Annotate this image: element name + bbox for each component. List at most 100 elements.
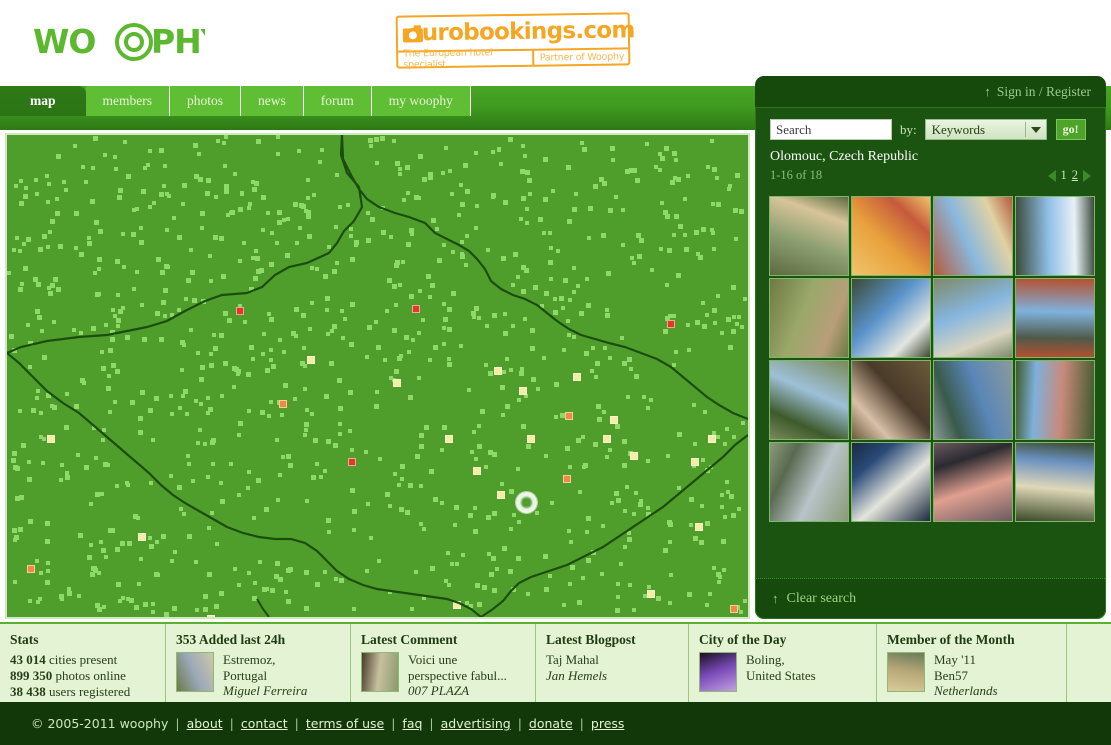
photo-thumbnail[interactable]: [850, 359, 932, 441]
thumbnail-image-street-with-vintage-train: [769, 196, 849, 276]
ad-tagline-left: The European hotel specialist: [403, 47, 493, 71]
stats-content: May '11 Ben57 Netherlands: [887, 652, 1056, 699]
svg-text:WO: WO: [33, 22, 95, 61]
photo-thumbnail[interactable]: [932, 359, 1014, 441]
thumbnail-image-stone-tower-in-park: [769, 278, 849, 358]
thumbnail-image-historic-facade-with-statue: [851, 278, 931, 358]
stats-line1: May '11: [934, 652, 976, 667]
tab-label: news: [258, 93, 286, 108]
photo-thumbnail[interactable]: [932, 195, 1014, 277]
tab-members[interactable]: members: [85, 86, 171, 116]
woophy-logo[interactable]: WO PHY: [33, 20, 205, 64]
stats-cell-title: Member of the Month: [887, 632, 1015, 647]
stats-line1: Estremoz,: [223, 652, 276, 667]
footer-link-contact[interactable]: contact: [241, 716, 288, 731]
search-by-select[interactable]: Keywords: [924, 119, 1047, 140]
stats-content: Boling, United States: [699, 652, 866, 692]
copyright-text: © 2005-2011 woophy: [31, 716, 169, 731]
thumbnail-gradient: [934, 443, 1012, 521]
thumbnail-gradient: [852, 279, 930, 357]
footer-separator: |: [175, 716, 180, 731]
photo-thumbnail[interactable]: [1014, 195, 1096, 277]
stats-line3: Jan Hemels: [546, 667, 608, 683]
ad-brand-name: eurobookings.com: [406, 17, 635, 47]
photo-thumbnail[interactable]: [1014, 359, 1096, 441]
thumbnail-image-group-portrait-of-people: [851, 360, 931, 440]
photo-thumbnail[interactable]: [768, 441, 850, 523]
stats-line2: United States: [746, 667, 816, 683]
search-input[interactable]: [770, 119, 892, 140]
photo-thumbnail[interactable]: [850, 441, 932, 523]
footer-link-press[interactable]: press: [591, 716, 625, 731]
footer-separator: |: [429, 716, 434, 731]
up-arrow-icon: ↑: [772, 590, 779, 606]
stats-cell-stats: Stats 43 014 cities present 899 350 photos…: [0, 624, 166, 702]
thumbnail-gradient: [1016, 279, 1094, 357]
stats-thumbnail-member-avatar-photo[interactable]: [887, 652, 925, 692]
thumbnail-gradient: [770, 279, 848, 357]
tab-label: map: [30, 93, 56, 108]
prev-page-arrow-icon[interactable]: [1047, 169, 1056, 182]
photo-thumbnail[interactable]: [768, 195, 850, 277]
photo-thumbnail[interactable]: [932, 441, 1014, 523]
stats-cell-title: Latest Comment: [361, 632, 458, 647]
next-page-arrow-icon[interactable]: [1083, 169, 1091, 182]
thumbnail-gradient: [1016, 197, 1094, 275]
thumbnail-image-clouds-over-sky: [1015, 196, 1095, 276]
world-map-viewport[interactable]: zoom 3000% + − 🔍 ✥ ↔ 250 km: [5, 133, 750, 619]
stats-number: 899 350: [10, 668, 53, 683]
stats-cell-city-of-the-day: City of the Day Boling, United States: [689, 624, 877, 702]
sign-in-register-link[interactable]: ↑ Sign in / Register: [755, 76, 1106, 107]
thumbnail-image-town-square-buildings: [933, 196, 1013, 276]
search-go-button[interactable]: go!: [1055, 119, 1086, 140]
tab-photos[interactable]: photos: [170, 86, 242, 116]
sign-in-label: Sign in / Register: [996, 83, 1091, 99]
thumbnail-gradient: [770, 197, 848, 275]
map-center-marker[interactable]: [516, 492, 537, 513]
photo-thumbnail[interactable]: [768, 359, 850, 441]
stats-thumbnail-church-towers-photo[interactable]: [361, 652, 399, 692]
tab-map[interactable]: map: [0, 86, 86, 116]
footer-link-terms-of-use[interactable]: terms of use: [306, 716, 384, 731]
stats-cell-title: Latest Blogpost: [546, 632, 636, 647]
photo-thumbnail[interactable]: [932, 277, 1014, 359]
stats-number: 38 438: [10, 684, 46, 699]
footer-link-faq[interactable]: faq: [402, 716, 422, 731]
clear-search-row[interactable]: ↑ Clear search: [756, 578, 1105, 618]
thumbnail-gradient: [770, 443, 848, 521]
tab-forum[interactable]: forum: [303, 86, 372, 116]
clear-search-label: Clear search: [786, 590, 857, 606]
tab-label: forum: [320, 93, 354, 108]
stats-cell-353-added-last-24h: 353 Added last 24h Estremoz, Portugal Migue…: [166, 624, 351, 702]
page-number-2[interactable]: 2: [1072, 168, 1078, 183]
stats-thumbnail-estremoz-photo[interactable]: [176, 652, 214, 692]
footer-link-donate[interactable]: donate: [529, 716, 573, 731]
search-by-selected: Keywords: [931, 121, 986, 137]
footer-link-about[interactable]: about: [187, 716, 223, 731]
thumbnail-gradient: [934, 197, 1012, 275]
stats-line2: Ben57: [934, 667, 968, 683]
stats-line: 899 350 photos online: [10, 668, 126, 683]
photo-thumbnail[interactable]: [1014, 277, 1096, 359]
stats-thumbnail-purple-flowers-photo[interactable]: [699, 652, 737, 692]
tab-label: members: [102, 93, 153, 108]
site-footer: © 2005-2011 woophy | about | contact | terms …: [0, 702, 1111, 745]
stats-line1: Boling,: [746, 652, 785, 667]
photo-thumbnail[interactable]: [850, 195, 932, 277]
thumbnail-gradient: [934, 361, 1012, 439]
page-number-1[interactable]: 1: [1061, 168, 1067, 183]
tab-news[interactable]: news: [241, 86, 304, 116]
photo-thumbnail[interactable]: [850, 277, 932, 359]
tab-my-woophy[interactable]: my woophy: [371, 86, 471, 116]
photo-thumbnail[interactable]: [768, 277, 850, 359]
country-borders: [7, 135, 748, 617]
thumbnail-image-pink-manor-house: [1015, 360, 1095, 440]
photo-thumbnail[interactable]: [1014, 441, 1096, 523]
thumbnail-image-gothic-church-spire: [1015, 278, 1095, 358]
footer-separator: |: [391, 716, 396, 731]
footer-link-advertising[interactable]: advertising: [441, 716, 511, 731]
thumbnail-gradient: [852, 361, 930, 439]
thumbnail-image-baroque-building-with-tower: [1015, 442, 1095, 522]
search-location-title: Olomouc, Czech Republic: [770, 149, 919, 164]
eurobookings-ad[interactable]: eurobookings.com The European hotel spec…: [395, 12, 635, 71]
